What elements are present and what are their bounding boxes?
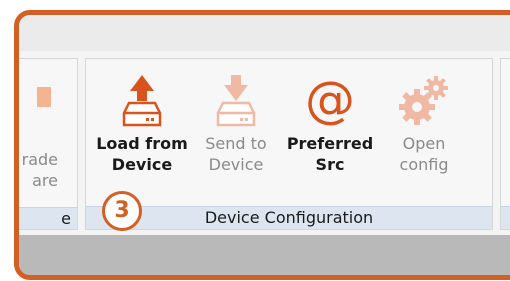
svg-text:@: @ [305,73,355,127]
load-from-device-button[interactable]: Load from Device [96,73,188,175]
send-to-device-line2: Device [208,155,264,174]
send-to-device-line1: Send to [205,134,267,153]
send-to-device-icon [216,75,256,127]
open-config-label: Open config [388,133,460,175]
preferred-src-line2: Src [315,155,345,174]
load-from-device-line1: Load from [96,134,188,153]
open-config-line1: Open [402,134,446,153]
send-to-device-button[interactable]: Send to Device [196,73,276,175]
partial-icon [37,87,51,107]
send-to-device-label: Send to Device [196,133,276,175]
load-from-device-label: Load from Device [96,133,188,175]
partial-button-label[interactable]: rade are [19,149,58,191]
at-sign-icon: @ [305,73,355,127]
load-from-device-line2: Device [111,155,173,174]
preferred-src-button[interactable]: @ Preferred Src [282,73,378,175]
gears-icon [399,76,448,125]
preferred-src-line1: Preferred [286,134,374,153]
step-number-badge: 3 [102,191,142,231]
preferred-src-label: Preferred Src [282,133,378,175]
partial-right-group-label [501,206,510,229]
ribbon-group-partial-right [500,58,510,230]
ribbon: rade are e Load from Device Send to Devi… [19,51,510,235]
ribbon-group-device-configuration: Load from Device Send to Device @ Prefer… [85,58,493,230]
partial-button-line2: are [32,171,58,190]
ribbon-tab-bar [19,15,510,51]
open-config-line2: config [399,155,449,174]
load-from-device-icon [122,75,162,127]
partial-button-line1: rade [21,150,58,169]
status-bar [19,235,510,275]
open-config-button[interactable]: Open config [388,73,460,175]
highlight-frame: rade are e Load from Device Send to Devi… [14,10,510,280]
partial-group-label: e [19,207,77,229]
ribbon-group-partial: rade are e [19,58,78,230]
device-configuration-group-label: Device Configuration [86,206,492,229]
